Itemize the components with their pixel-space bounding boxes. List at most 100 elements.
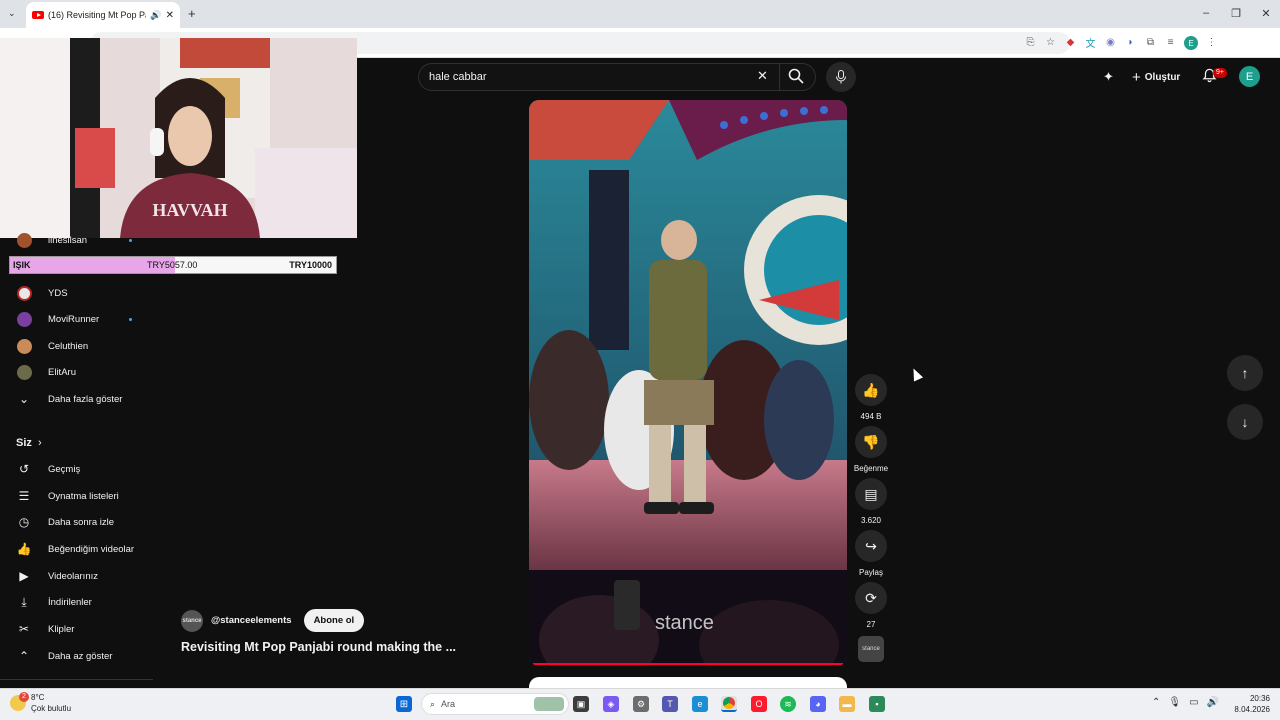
tab-list-chevron-icon[interactable]: ⌄ <box>8 8 16 19</box>
translate-extension-icon[interactable]: 文 <box>1084 36 1097 50</box>
opera-browser-icon[interactable]: O <box>751 696 767 712</box>
arrow-down-icon: ↓ <box>1241 414 1249 430</box>
sidebar-item-your-videos[interactable]: ▶ Videolarınız <box>0 563 153 589</box>
speaker-icon[interactable]: 🔊 <box>150 10 161 21</box>
shorts-video-player[interactable]: stance <box>529 100 847 666</box>
sidebar-item-label: İndirilenler <box>48 596 92 608</box>
audio-extension-icon[interactable]: ◗ <box>1124 36 1137 49</box>
extensions-puzzle-icon[interactable]: ⧉ <box>1144 36 1157 49</box>
new-tab-button[interactable]: + <box>188 6 196 21</box>
you-section-header[interactable]: Siz › <box>0 430 153 456</box>
tray-overflow-icon[interactable]: ⌃ <box>1152 697 1160 708</box>
sidebar-item-playlists[interactable]: ☰ Oynatma listeleri <box>0 483 153 509</box>
weather-widget[interactable]: 2 8°C Çok bulutlu <box>10 692 71 714</box>
channel-avatar <box>16 232 32 248</box>
sidebar-item-liked-videos[interactable]: 👍 Beğendiğim videolar <box>0 536 153 562</box>
sound-thumbnail[interactable]: stance <box>858 636 884 662</box>
restore-button[interactable]: ❐ <box>1226 7 1246 20</box>
copilot-icon[interactable]: ◈ <box>603 696 619 712</box>
sidebar-sub-celuthien[interactable]: Celuthien <box>0 333 153 359</box>
chrome-browser-icon[interactable] <box>721 696 737 712</box>
chevron-up-icon: ⌃ <box>18 649 30 663</box>
channel-name[interactable]: @stanceelements <box>211 615 292 626</box>
create-button[interactable]: + Oluştur <box>1132 66 1180 88</box>
share-button[interactable]: ↪ <box>855 530 887 562</box>
profile-avatar[interactable]: E <box>1184 36 1198 50</box>
scissors-icon: ✂ <box>18 622 30 636</box>
sidebar-item-downloads[interactable]: ⤓ İndirilenler <box>0 589 153 615</box>
discord-icon[interactable]: ◕ <box>810 696 826 712</box>
extension-icon[interactable]: ◆ <box>1064 36 1077 49</box>
sidebar-sub-movirunner[interactable]: MoviRunner <box>0 306 153 332</box>
browser-menu-icon[interactable]: ⋮ <box>1205 36 1218 49</box>
like-count: 494 B <box>860 412 882 421</box>
show-more-button[interactable]: ⌄ Daha fazla göster <box>0 386 153 412</box>
sidebar-sub-ilnesilsan[interactable]: ilnesilsan <box>0 227 153 253</box>
reading-list-icon[interactable]: ≡ <box>1164 36 1177 49</box>
create-shorts-icon[interactable]: ✦ <box>1103 69 1114 85</box>
weather-sun-icon: 2 <box>10 692 29 711</box>
chevron-right-icon: › <box>38 437 42 449</box>
display-icon[interactable]: ▭ <box>1189 697 1198 708</box>
close-window-button[interactable]: ✕ <box>1256 7 1276 20</box>
sidebar-item-label: ElitAru <box>48 366 76 378</box>
remix-icon: ⟳ <box>865 589 877 606</box>
sidebar-sub-yds[interactable]: YDS <box>0 280 153 306</box>
previous-short-button[interactable]: ↑ <box>1227 355 1263 391</box>
install-app-icon[interactable]: ⎘ <box>1024 36 1037 49</box>
share-arrow-icon: ↪ <box>865 537 877 554</box>
show-less-label: Daha az göster <box>48 650 113 662</box>
clock-time: 20:36 <box>1249 694 1270 703</box>
settings-gear-icon[interactable]: ⚙ <box>633 696 649 712</box>
sidebar-sub-elitaru[interactable]: ElitAru <box>0 359 153 385</box>
dislike-label: Beğenme <box>853 464 889 473</box>
share-label: Paylaş <box>858 568 883 577</box>
thumbs-down-icon: 👎 <box>862 433 880 450</box>
comment-count: 3.620 <box>860 516 882 525</box>
teams-icon[interactable]: T <box>662 696 678 712</box>
short-title[interactable]: Revisiting Mt Pop Panjabi round making t… <box>181 640 456 654</box>
remix-button[interactable]: ⟳ <box>855 582 887 614</box>
like-action: 👍 494 B <box>855 374 887 421</box>
sidebar-item-label: Daha sonra izle <box>48 516 115 528</box>
file-explorer-icon[interactable]: ▬ <box>839 696 855 712</box>
channel-avatar[interactable]: stance <box>181 609 203 632</box>
like-button[interactable]: 👍 <box>855 374 887 406</box>
clear-search-icon[interactable]: ✕ <box>757 68 768 84</box>
dislike-button[interactable]: 👎 <box>855 426 887 458</box>
taskbar-search[interactable]: ⌕ Ara <box>421 693 569 715</box>
comments-button[interactable]: ▤ <box>855 478 887 510</box>
video-progress-bar[interactable] <box>533 663 843 665</box>
show-less-button[interactable]: ⌃ Daha az göster <box>0 643 153 669</box>
donation-name: IŞIK <box>13 260 31 270</box>
next-short-button[interactable]: ↓ <box>1227 404 1263 440</box>
extension-icon[interactable]: ◉ <box>1104 36 1117 49</box>
sidebar-item-history[interactable]: ↺ Geçmiş <box>0 456 153 482</box>
clock-icon: ◷ <box>18 515 30 529</box>
minimize-button[interactable]: – <box>1196 7 1216 20</box>
app-icon[interactable]: ▪ <box>869 696 885 712</box>
remix-action: ⟳ 27 <box>855 582 887 629</box>
tab-close-icon[interactable]: ✕ <box>166 10 174 21</box>
browser-tab[interactable]: (16) Revisiting Mt Pop Panj 🔊 ✕ <box>26 2 180 28</box>
task-view-icon[interactable]: ▣ <box>573 696 589 712</box>
voice-search-button[interactable] <box>826 62 856 92</box>
windows-start-icon[interactable]: ⊞ <box>396 696 412 712</box>
bookmark-star-icon[interactable]: ☆ <box>1044 36 1057 49</box>
account-avatar[interactable]: E <box>1239 66 1260 87</box>
taskbar-search-placeholder: Ara <box>441 699 456 709</box>
microphone-icon[interactable]: 🎙 <box>1168 697 1181 708</box>
edge-browser-icon[interactable]: e <box>692 696 708 712</box>
search-button[interactable] <box>786 66 806 86</box>
taskbar-clock[interactable]: 20:36 8.04.2026 <box>1228 693 1270 715</box>
sidebar-item-watch-later[interactable]: ◷ Daha sonra izle <box>0 509 153 535</box>
screen: { "browser": { "tab_title": "(16) Revisi… <box>0 0 1280 720</box>
volume-icon[interactable]: 🔊 <box>1207 697 1219 708</box>
spotify-icon[interactable]: ≋ <box>780 696 796 712</box>
donation-goal: TRY10000 <box>289 260 332 270</box>
donation-goal-bar: IŞIK TRY5057.00 TRY10000 <box>9 256 337 274</box>
remix-count: 27 <box>866 620 876 629</box>
video-watermark: stance <box>655 612 714 634</box>
subscribe-button[interactable]: Abone ol <box>303 609 365 632</box>
sidebar-item-clips[interactable]: ✂ Klipler <box>0 616 153 642</box>
